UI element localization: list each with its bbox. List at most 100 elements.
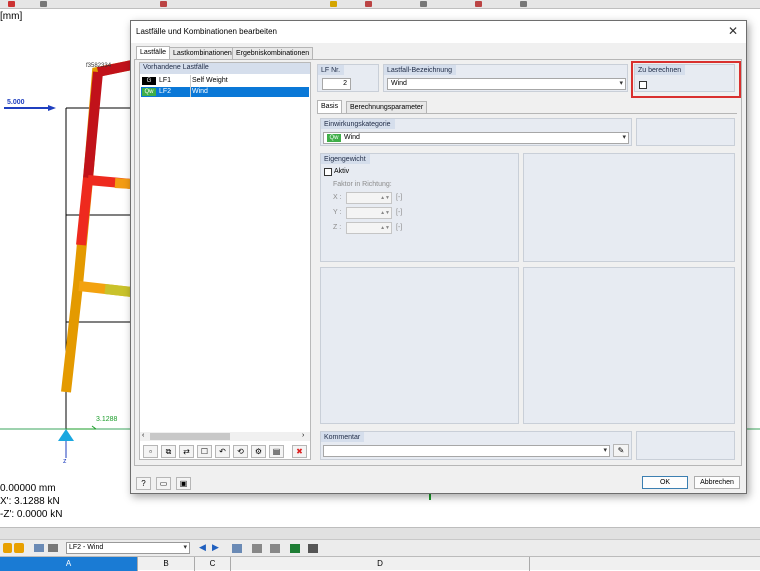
load-value-label: 5.000 (7, 99, 25, 106)
z-axis-label: z (63, 458, 67, 465)
factor-y-field[interactable]: ▲▼ (346, 207, 392, 219)
toolbar-button[interactable]: ⇄ (179, 445, 194, 458)
toolbar-icon[interactable] (270, 544, 280, 553)
active-checkbox[interactable] (324, 168, 332, 176)
empty-group (320, 267, 519, 424)
factor-x-unit: [-] (396, 194, 403, 201)
toolbar-icon[interactable] (232, 544, 242, 553)
loadcase-name: Self Weight (192, 77, 228, 84)
lf-nr-group: LF Nr. 2 (317, 64, 379, 92)
action-category-value: Wind (344, 134, 360, 141)
scroll-right-icon[interactable]: › (302, 432, 304, 439)
column-header-b[interactable]: B (138, 557, 195, 571)
tab-calculation-parameters[interactable]: Berechnungsparameter (346, 101, 428, 113)
table-column-headers: A B C D (0, 556, 760, 571)
column-header-d[interactable]: D (231, 557, 530, 571)
toolbar-icon[interactable] (252, 544, 262, 553)
comment-field[interactable]: ▾ (323, 445, 610, 457)
column-header-c[interactable]: C (195, 557, 231, 571)
new-loadcase-button[interactable]: ▫ (143, 445, 158, 458)
toolbar-icon[interactable] (48, 544, 58, 552)
column-header-a[interactable]: A (0, 557, 138, 571)
chevron-down-icon: ▾ (603, 447, 607, 454)
toolbar-button[interactable]: ↶ (215, 445, 230, 458)
scroll-thumb[interactable] (150, 433, 230, 440)
toolbar-icon[interactable] (3, 543, 12, 553)
next-icon[interactable]: ▶ (212, 542, 219, 553)
toolbar-icon[interactable] (14, 543, 24, 553)
result-line-1: 0.00000 mm (0, 483, 56, 494)
close-icon[interactable]: ✕ (728, 24, 738, 38)
designation-combo[interactable]: Wind ▾ (387, 78, 626, 90)
tab-loadcases[interactable]: Lastfälle (136, 46, 171, 59)
toolbar-button[interactable]: ☐ (197, 445, 212, 458)
action-category-combo[interactable]: Qw Wind ▾ (323, 132, 629, 144)
loadcase-id: LF2 (159, 88, 172, 95)
tab-load-combinations[interactable]: Lastkombinationen (169, 47, 236, 59)
existing-loadcases-header: Vorhandene Lastfälle (140, 63, 310, 74)
delete-icon[interactable]: ✖ (292, 445, 307, 458)
designation-label: Lastfall-Bezeichnung (384, 65, 456, 75)
selfweight-label: Eigengewicht (321, 154, 370, 164)
loadcase-select-value: LF2 - Wind (69, 544, 104, 551)
loadcase-name: Wind (192, 88, 208, 95)
tab-result-combinations[interactable]: Ergebniskombinationen (232, 47, 314, 59)
loadcase-list-panel: Vorhandene Lastfälle G LF1 Self Weight Q… (139, 62, 311, 460)
toolbar-icon[interactable] (308, 544, 318, 553)
scroll-left-icon[interactable]: ‹ (142, 432, 144, 439)
lf-nr-field[interactable]: 2 (322, 78, 351, 90)
tab-basis[interactable]: Basis (317, 100, 343, 113)
loadcase-badge: Qw (142, 88, 156, 96)
chevron-down-icon: ▾ (183, 544, 187, 551)
tab-content: Vorhandene Lastfälle G LF1 Self Weight Q… (134, 59, 742, 466)
designation-value: Wind (391, 80, 407, 87)
chevron-down-icon: ▾ (619, 80, 623, 87)
loadcase-badge: G (142, 77, 156, 85)
category-badge: Qw (327, 134, 341, 142)
action-category-label: Einwirkungskategorie (321, 119, 395, 129)
horizontal-scrollbar[interactable]: ‹ › (140, 432, 310, 441)
status-bar (0, 527, 760, 539)
highlight-frame (631, 61, 741, 98)
empty-group (523, 153, 735, 262)
factor-z-label: Z : (333, 224, 342, 231)
active-label: Aktiv (334, 168, 350, 175)
factor-label: Faktor in Richtung: (333, 181, 392, 188)
empty-group (523, 267, 735, 424)
result-line-3: -Z': 0.0000 kN (0, 509, 63, 520)
loadcase-select[interactable]: LF2 - Wind ▾ (66, 542, 190, 554)
toolbar-icon[interactable] (34, 544, 44, 552)
comment-group: Kommentar ▾ ✎ (320, 431, 632, 460)
column-divider (190, 75, 191, 97)
designation-group: Lastfall-Bezeichnung Wind ▾ (383, 64, 628, 92)
factor-z-unit: [-] (396, 224, 403, 231)
factor-z-field[interactable]: ▲▼ (346, 222, 392, 234)
toolbar-button[interactable]: ⟲ (233, 445, 248, 458)
table-toolbar: LF2 - Wind ▾ ◀ ▶ (0, 539, 760, 556)
edit-loadcases-dialog: Lastfälle und Kombinationen bearbeiten ✕… (130, 20, 747, 494)
toolbar-button[interactable]: ▤ (269, 445, 284, 458)
help-icon[interactable]: ? (136, 477, 151, 490)
list-item[interactable]: G LF1 Self Weight (141, 76, 309, 86)
dialog-title: Lastfälle und Kombinationen bearbeiten (136, 27, 277, 36)
excel-icon[interactable] (290, 544, 300, 553)
dialog-titlebar: Lastfälle und Kombinationen bearbeiten ✕ (131, 21, 746, 43)
list-item-selected[interactable]: Qw LF2 Wind (141, 87, 309, 97)
copy-loadcase-button[interactable]: ⧉ (161, 445, 176, 458)
reaction-label: 3.1288 (96, 416, 118, 423)
prev-icon[interactable]: ◀ (199, 542, 206, 553)
tab-divider (317, 113, 737, 114)
result-line-2: X': 3.1288 kN (0, 496, 60, 507)
factor-x-field[interactable]: ▲▼ (346, 192, 392, 204)
node-label: f3582334 (86, 63, 112, 69)
chevron-down-icon: ▾ (622, 134, 626, 141)
comment-library-button[interactable]: ✎ (613, 444, 629, 457)
toolbar-button[interactable]: ⚙ (251, 445, 266, 458)
cancel-button[interactable]: Abbrechen (694, 476, 740, 489)
lf-nr-label: LF Nr. (318, 65, 345, 75)
ok-button[interactable]: OK (642, 476, 688, 489)
factor-y-unit: [-] (396, 209, 403, 216)
factor-x-label: X : (333, 194, 342, 201)
open-folder-icon[interactable]: ▭ (156, 477, 171, 490)
save-icon[interactable]: ▣ (176, 477, 191, 490)
